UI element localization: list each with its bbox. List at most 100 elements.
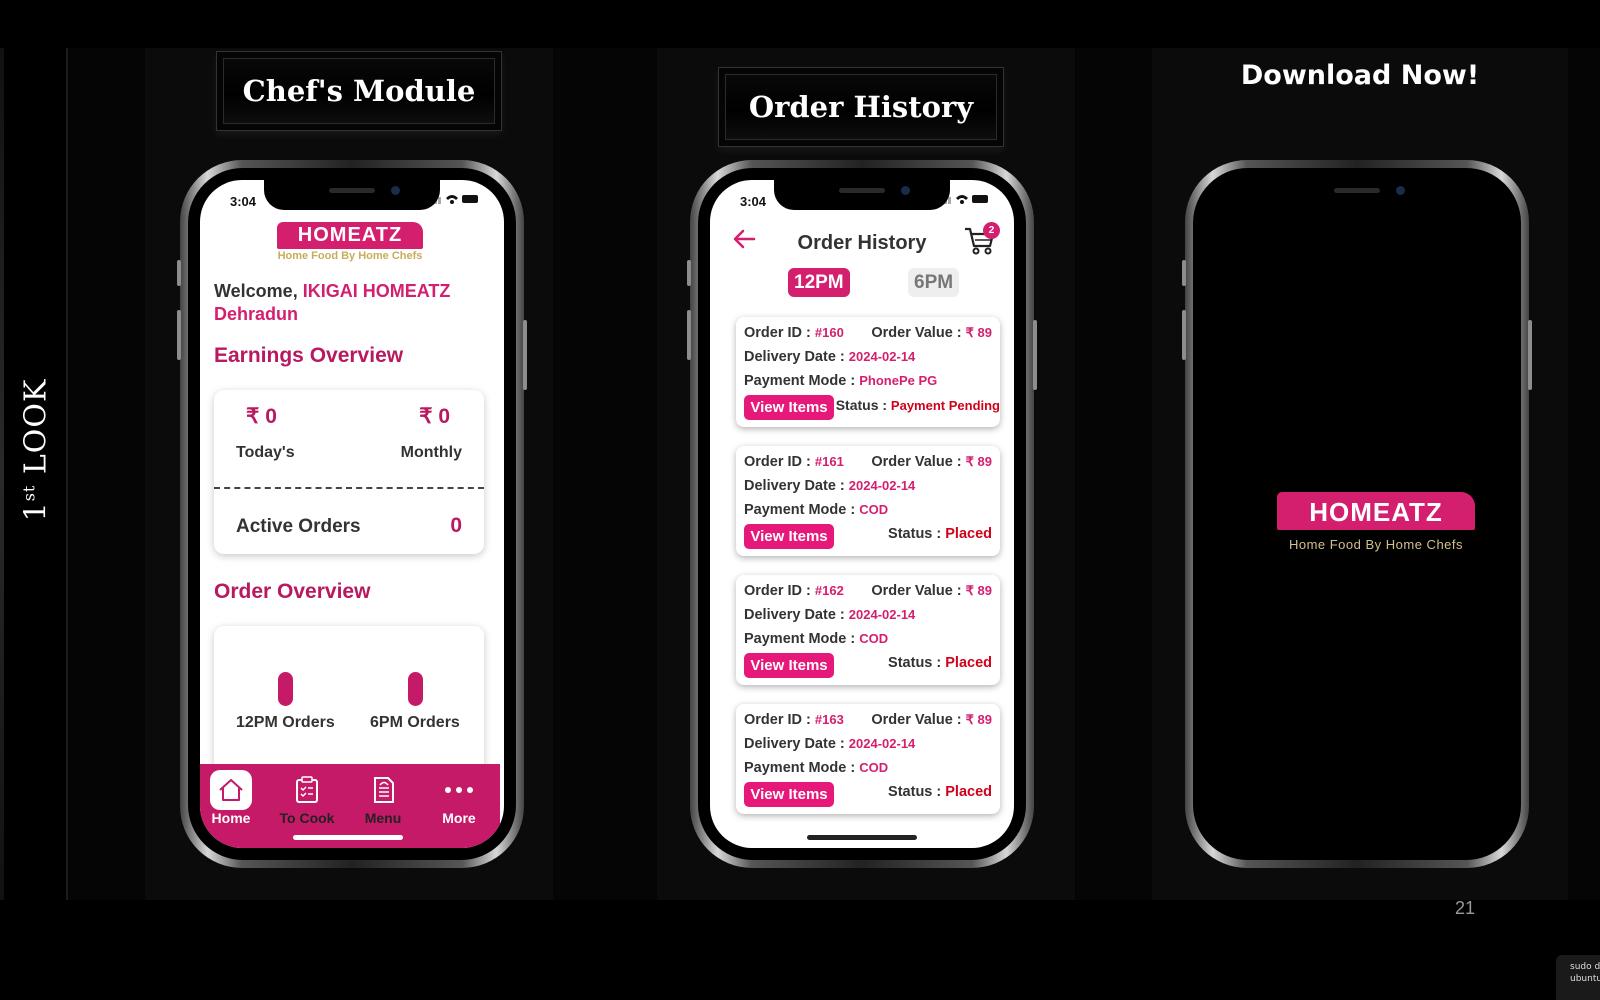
order-id-label: Order ID : bbox=[744, 325, 815, 341]
bar-label-12pm: 12PM Orders bbox=[236, 714, 335, 731]
tab-12pm[interactable]: 12PM bbox=[788, 268, 850, 297]
home-indicator bbox=[293, 835, 403, 840]
today-amount: ₹ 0 bbox=[246, 405, 277, 428]
delivery-date-value: 2024-02-14 bbox=[848, 607, 916, 622]
homeatz-logo: HOMEATZ bbox=[1277, 492, 1475, 530]
payment-mode-label: Payment Mode : bbox=[744, 502, 860, 518]
order-status: Status : Placed bbox=[888, 655, 992, 671]
order-status: Status : Placed bbox=[888, 526, 992, 542]
logo-tagline: Home Food By Home Chefs bbox=[277, 250, 423, 262]
order-value-amount: ₹ 89 bbox=[965, 454, 992, 469]
order-status: Status : Placed bbox=[888, 784, 992, 800]
phone-side-button bbox=[687, 260, 691, 286]
bar-12pm-orders bbox=[278, 672, 293, 706]
status-value: Placed bbox=[945, 784, 992, 800]
payment-mode: Payment Mode : COD bbox=[744, 631, 888, 647]
payment-mode: Payment Mode : COD bbox=[744, 502, 888, 518]
status-label: Status : bbox=[888, 784, 946, 800]
phone-order-history: 3:04 Order History 2 12PM 6PM Order ID : bbox=[687, 160, 1037, 868]
clipboard-check-icon bbox=[286, 770, 328, 810]
phone-notch bbox=[774, 180, 950, 210]
order-id: Order ID : #160 bbox=[744, 325, 844, 341]
order-id-value: #160 bbox=[814, 325, 844, 340]
cart-count-badge: 2 bbox=[983, 222, 1000, 239]
order-value: Order Value : ₹ 89 bbox=[871, 583, 992, 599]
order-card: Order ID : #163 Order Value : ₹ 89 Deliv… bbox=[736, 704, 1000, 814]
payment-mode-value: COD bbox=[859, 631, 889, 646]
delivery-date: Delivery Date : 2024-02-14 bbox=[744, 478, 915, 494]
order-card: Order ID : #161 Order Value : ₹ 89 Deliv… bbox=[736, 446, 1000, 556]
payment-mode-label: Payment Mode : bbox=[744, 631, 860, 647]
delivery-date-value: 2024-02-14 bbox=[848, 736, 916, 751]
homeatz-logo: HOMEATZ bbox=[277, 222, 423, 249]
phone-side-button bbox=[1033, 320, 1037, 390]
delivery-date-label: Delivery Date : bbox=[744, 349, 849, 365]
chef-screen: 3:04 HOMEATZ Home Food By Home Chefs Wel… bbox=[200, 180, 504, 848]
nav-label: More bbox=[442, 810, 476, 826]
order-status: Status : Payment Pending bbox=[836, 397, 1000, 413]
order-value-label: Order Value : bbox=[871, 454, 966, 470]
phone-side-button bbox=[1182, 260, 1186, 286]
order-value-label: Order Value : bbox=[871, 583, 966, 599]
payment-mode-value: COD bbox=[859, 502, 889, 517]
status-time: 3:04 bbox=[230, 194, 257, 209]
status-label: Status : bbox=[835, 397, 891, 413]
status-label: Status : bbox=[888, 655, 946, 671]
status-value: Payment Pending bbox=[890, 398, 1000, 413]
terminal-line: sudo d bbox=[1570, 962, 1600, 972]
vertical-slide-title: 1st LOOK bbox=[18, 378, 54, 522]
phone-side-button bbox=[177, 310, 181, 360]
phone-side-button bbox=[523, 320, 527, 390]
banner-title: Order History bbox=[748, 90, 974, 124]
view-items-button[interactable]: View Items bbox=[744, 653, 834, 678]
card-divider bbox=[214, 487, 484, 489]
order-id-label: Order ID : bbox=[744, 712, 815, 728]
active-orders-label: Active Orders bbox=[236, 516, 361, 537]
payment-mode-label: Payment Mode : bbox=[744, 760, 860, 776]
order-history-screen: 3:04 Order History 2 12PM 6PM Order ID : bbox=[710, 180, 1014, 848]
welcome-prefix: Welcome, bbox=[214, 281, 303, 301]
payment-mode: Payment Mode : PhonePe PG bbox=[744, 373, 937, 389]
order-id: Order ID : #162 bbox=[744, 583, 844, 599]
welcome-text: Welcome, IKIGAI HOMEATZ Dehradun bbox=[214, 280, 450, 326]
delivery-date-label: Delivery Date : bbox=[744, 736, 849, 752]
order-id-value: #161 bbox=[814, 454, 844, 469]
more-dots-icon bbox=[438, 770, 480, 810]
home-icon bbox=[210, 770, 252, 810]
order-id: Order ID : #163 bbox=[744, 712, 844, 728]
order-id-label: Order ID : bbox=[744, 583, 815, 599]
order-value-label: Order Value : bbox=[871, 325, 966, 341]
phone-side-button bbox=[177, 260, 181, 286]
active-orders-value: 0 bbox=[450, 514, 462, 537]
delivery-date: Delivery Date : 2024-02-14 bbox=[744, 349, 915, 365]
welcome-name: IKIGAI HOMEATZ bbox=[302, 281, 451, 301]
delivery-date-label: Delivery Date : bbox=[744, 478, 849, 494]
order-value: Order Value : ₹ 89 bbox=[871, 325, 992, 341]
terminal-line: ubuntu- bbox=[1570, 974, 1600, 984]
payment-mode: Payment Mode : COD bbox=[744, 760, 888, 776]
nav-label: Menu bbox=[364, 810, 402, 826]
splash-screen: HOMEATZ Home Food By Home Chefs bbox=[1205, 180, 1509, 848]
payment-mode-value: PhonePe PG bbox=[859, 373, 938, 388]
status-value: Placed bbox=[945, 526, 992, 542]
phone-chef-dashboard: 3:04 HOMEATZ Home Food By Home Chefs Wel… bbox=[177, 160, 527, 868]
home-indicator bbox=[807, 835, 917, 840]
order-value: Order Value : ₹ 89 bbox=[871, 712, 992, 728]
banner-chefs-module: Chef's Module bbox=[216, 51, 502, 131]
phone-side-button bbox=[1528, 320, 1532, 390]
order-card: Order ID : #162 Order Value : ₹ 89 Deliv… bbox=[736, 575, 1000, 685]
phone-side-button bbox=[1182, 310, 1186, 360]
view-items-button[interactable]: View Items bbox=[744, 524, 834, 549]
view-items-button[interactable]: View Items bbox=[744, 782, 834, 807]
welcome-city: Dehradun bbox=[214, 304, 299, 324]
status-label: Status : bbox=[888, 526, 946, 542]
monthly-label: Monthly bbox=[400, 444, 462, 461]
view-items-button[interactable]: View Items bbox=[744, 395, 834, 420]
tab-6pm[interactable]: 6PM bbox=[908, 268, 960, 297]
order-id-value: #162 bbox=[814, 583, 844, 598]
order-id: Order ID : #161 bbox=[744, 454, 844, 470]
status-time: 3:04 bbox=[740, 194, 767, 209]
terminal-window-fragment[interactable]: sudo d ubuntu- bbox=[1556, 955, 1600, 1000]
order-value-label: Order Value : bbox=[871, 712, 966, 728]
order-id-label: Order ID : bbox=[744, 454, 815, 470]
